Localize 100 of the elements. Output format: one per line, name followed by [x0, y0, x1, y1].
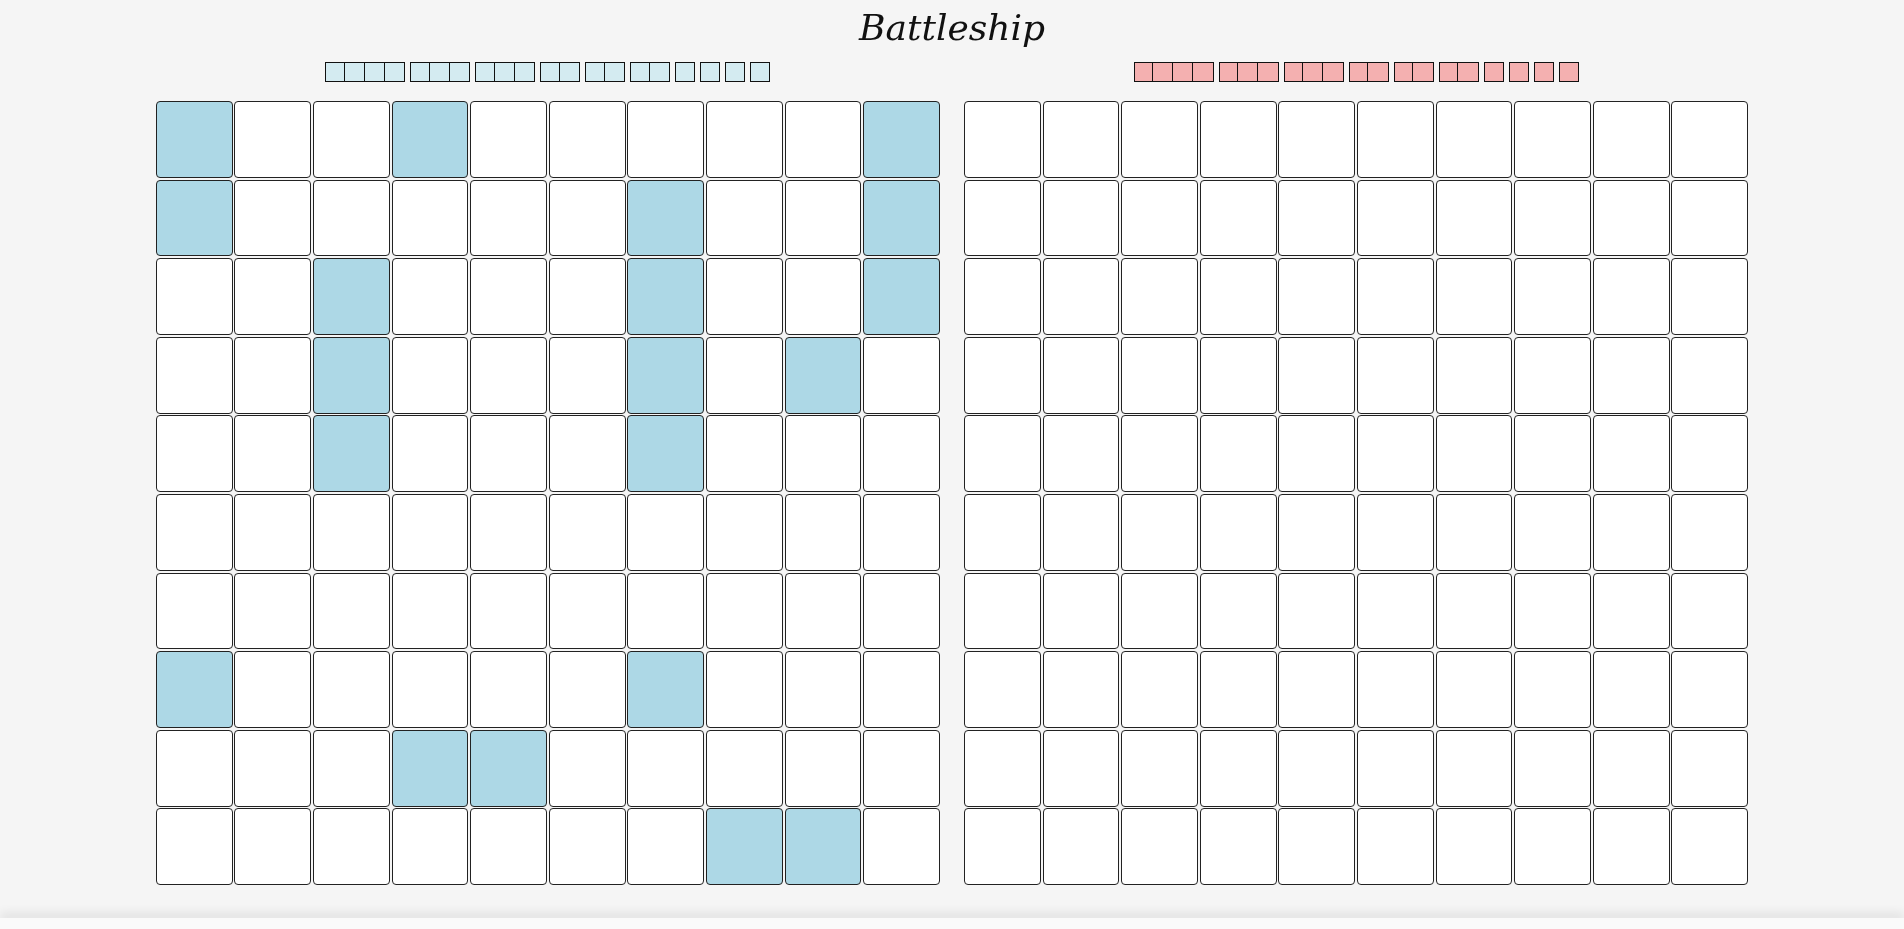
grid-cell[interactable]	[313, 179, 390, 257]
grid-cell[interactable]	[234, 493, 312, 571]
grid-cell[interactable]	[627, 493, 705, 571]
grid-cell[interactable]	[155, 101, 233, 178]
grid-cell[interactable]	[1278, 336, 1356, 414]
grid-cell[interactable]	[155, 258, 233, 335]
grid-cell[interactable]	[1514, 651, 1591, 728]
grid-cell[interactable]	[1199, 651, 1277, 728]
grid-cell[interactable]	[1121, 415, 1198, 493]
grid-cell[interactable]	[1592, 101, 1670, 178]
grid-cell[interactable]	[470, 808, 548, 886]
grid-cell[interactable]	[964, 415, 1041, 493]
grid-cell[interactable]	[391, 808, 469, 886]
grid-cell[interactable]	[1514, 336, 1591, 414]
grid-cell[interactable]	[548, 258, 626, 335]
grid-cell[interactable]	[863, 493, 940, 571]
grid-cell[interactable]	[313, 415, 390, 493]
grid-cell[interactable]	[548, 493, 626, 571]
grid-cell[interactable]	[1199, 336, 1277, 414]
grid-cell[interactable]	[863, 572, 940, 650]
grid-cell[interactable]	[784, 651, 862, 728]
grid-cell[interactable]	[1671, 415, 1749, 493]
grid-cell[interactable]	[784, 808, 862, 886]
grid-cell[interactable]	[1121, 101, 1198, 178]
grid-cell[interactable]	[391, 415, 469, 493]
grid-cell[interactable]	[1514, 258, 1591, 335]
grid-cell[interactable]	[1592, 808, 1670, 886]
grid-cell[interactable]	[863, 258, 940, 335]
grid-cell[interactable]	[1042, 651, 1120, 728]
grid-cell[interactable]	[1514, 729, 1591, 807]
grid-cell[interactable]	[313, 572, 390, 650]
grid-cell[interactable]	[706, 572, 783, 650]
grid-cell[interactable]	[391, 101, 469, 178]
grid-cell[interactable]	[863, 729, 940, 807]
grid-cell[interactable]	[1671, 179, 1749, 257]
grid-cell[interactable]	[863, 336, 940, 414]
grid-cell[interactable]	[234, 179, 312, 257]
grid-cell[interactable]	[964, 336, 1041, 414]
grid-cell[interactable]	[1199, 179, 1277, 257]
grid-cell[interactable]	[1199, 258, 1277, 335]
grid-cell[interactable]	[1514, 572, 1591, 650]
grid-cell[interactable]	[784, 572, 862, 650]
grid-cell[interactable]	[1278, 415, 1356, 493]
grid-cell[interactable]	[234, 336, 312, 414]
grid-cell[interactable]	[627, 258, 705, 335]
grid-cell[interactable]	[1356, 729, 1434, 807]
grid-cell[interactable]	[313, 101, 390, 178]
grid-cell[interactable]	[784, 729, 862, 807]
grid-cell[interactable]	[706, 179, 783, 257]
grid-cell[interactable]	[470, 101, 548, 178]
grid-cell[interactable]	[706, 493, 783, 571]
grid-cell[interactable]	[313, 336, 390, 414]
grid-cell[interactable]	[234, 415, 312, 493]
grid-cell[interactable]	[470, 493, 548, 571]
grid-cell[interactable]	[1514, 415, 1591, 493]
grid-cell[interactable]	[1356, 336, 1434, 414]
grid-cell[interactable]	[1356, 258, 1434, 335]
grid-cell[interactable]	[1435, 808, 1513, 886]
grid-cell[interactable]	[1435, 493, 1513, 571]
grid-cell[interactable]	[964, 729, 1041, 807]
grid-cell[interactable]	[1671, 729, 1749, 807]
grid-cell[interactable]	[627, 572, 705, 650]
grid-cell[interactable]	[1199, 572, 1277, 650]
grid-cell[interactable]	[1671, 493, 1749, 571]
grid-cell[interactable]	[548, 572, 626, 650]
grid-cell[interactable]	[1671, 651, 1749, 728]
grid-cell[interactable]	[627, 808, 705, 886]
grid-cell[interactable]	[1356, 493, 1434, 571]
grid-cell[interactable]	[706, 258, 783, 335]
grid-cell[interactable]	[1435, 415, 1513, 493]
grid-cell[interactable]	[706, 415, 783, 493]
grid-cell[interactable]	[470, 651, 548, 728]
grid-cell[interactable]	[391, 729, 469, 807]
grid-cell[interactable]	[1435, 179, 1513, 257]
grid-cell[interactable]	[313, 651, 390, 728]
grid-cell[interactable]	[1356, 179, 1434, 257]
grid-cell[interactable]	[1199, 415, 1277, 493]
grid-cell[interactable]	[627, 336, 705, 414]
grid-cell[interactable]	[155, 808, 233, 886]
grid-cell[interactable]	[234, 651, 312, 728]
grid-cell[interactable]	[313, 729, 390, 807]
grid-cell[interactable]	[1121, 258, 1198, 335]
grid-cell[interactable]	[1121, 808, 1198, 886]
grid-cell[interactable]	[1042, 808, 1120, 886]
grid-cell[interactable]	[1435, 729, 1513, 807]
grid-cell[interactable]	[548, 808, 626, 886]
grid-cell[interactable]	[1592, 179, 1670, 257]
grid-cell[interactable]	[1278, 101, 1356, 178]
grid-cell[interactable]	[234, 808, 312, 886]
grid-cell[interactable]	[627, 179, 705, 257]
grid-cell[interactable]	[1278, 179, 1356, 257]
grid-cell[interactable]	[1278, 729, 1356, 807]
grid-cell[interactable]	[470, 729, 548, 807]
grid-cell[interactable]	[1121, 572, 1198, 650]
grid-cell[interactable]	[784, 101, 862, 178]
grid-cell[interactable]	[784, 179, 862, 257]
grid-cell[interactable]	[627, 101, 705, 178]
grid-cell[interactable]	[470, 415, 548, 493]
grid-cell[interactable]	[1356, 651, 1434, 728]
grid-cell[interactable]	[706, 336, 783, 414]
